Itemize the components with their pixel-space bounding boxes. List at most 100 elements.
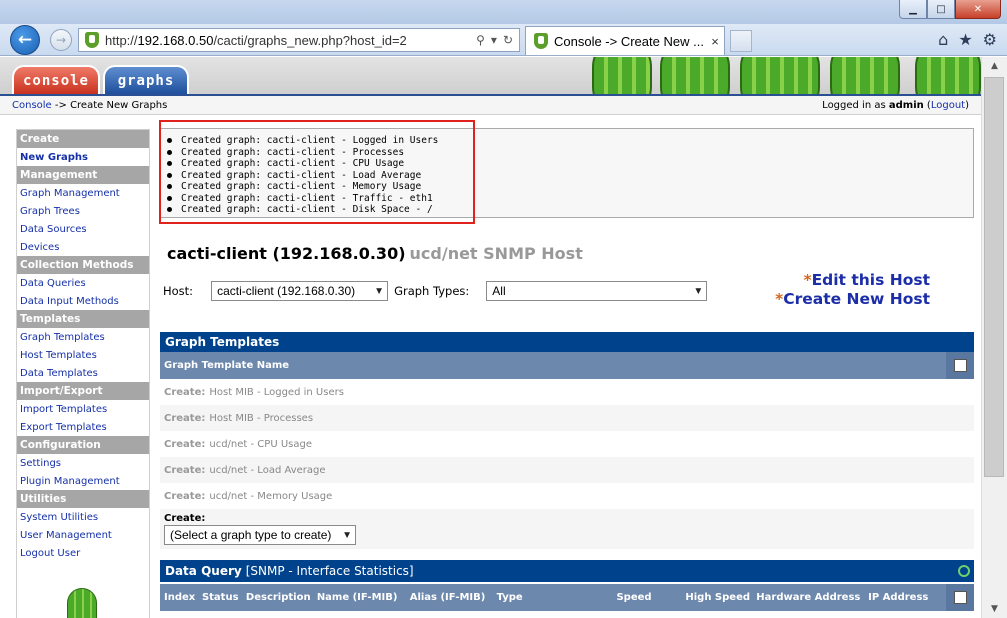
cactus-decoration-icon [740,57,820,94]
col-ip-address[interactable]: IP Address [868,592,946,603]
sidebar-item-plugin-management[interactable]: Plugin Management [17,472,149,490]
graph-template-name-label: Graph Template Name [164,360,290,371]
graph-template-column-header: Graph Template Name [160,352,974,379]
col-high-speed[interactable]: High Speed [685,592,756,603]
sidebar-item-data-queries[interactable]: Data Queries [17,274,149,292]
graph-types-label: Graph Types: [394,284,470,298]
cacti-header: console graphs [0,57,981,94]
sidebar-item-data-input-methods[interactable]: Data Input Methods [17,292,149,310]
home-icon[interactable]: ⌂ [938,30,948,49]
sidebar-section-templates: Templates [17,310,149,328]
sidebar-item-user-management[interactable]: User Management [17,526,149,544]
sidebar-item-import-templates[interactable]: Import Templates [17,400,149,418]
search-icon[interactable]: ⚲ [476,33,485,47]
sidebar-item-graph-trees[interactable]: Graph Trees [17,202,149,220]
table-row[interactable]: Create: ucd/net - Memory Usage [160,483,974,509]
table-row[interactable]: Create: ucd/net - CPU Usage [160,431,974,457]
page-viewport: console graphs Console -> Create New Gra… [0,57,981,618]
page-title: cacti-client (192.168.0.30) ucd/net SNMP … [167,244,583,263]
col-hardware-address[interactable]: Hardware Address [756,592,868,603]
chevron-down-icon: ▼ [693,285,704,297]
col-type[interactable]: Type [497,592,617,603]
graph-type-select[interactable]: (Select a graph type to create) ▼ [164,525,356,545]
back-icon[interactable]: ← [10,25,40,55]
breadcrumb-current: Create New Graphs [70,99,168,111]
tab-close-icon[interactable]: × [706,34,724,49]
new-tab-button[interactable] [730,30,752,52]
cactus-decoration-icon [660,57,730,94]
host-title: cacti-client (192.168.0.30) [167,244,406,263]
address-bar[interactable]: http://192.168.0.50/cacti/graphs_new.php… [78,28,520,52]
sidebar-item-logout-user[interactable]: Logout User [17,544,149,562]
col-description[interactable]: Description [246,592,317,603]
select-all-checkbox[interactable] [953,359,967,372]
close-button[interactable]: ✕ [955,0,1001,19]
sidebar-item-data-sources[interactable]: Data Sources [17,220,149,238]
col-name[interactable]: Name (IF-MIB) [317,592,410,603]
data-query-title: Data Query [165,564,242,578]
reload-circle-icon[interactable] [958,565,970,577]
col-index[interactable]: Index [164,592,202,603]
host-select[interactable]: cacti-client (192.168.0.30) ▼ [211,281,389,301]
host-filter-row: Host: cacti-client (192.168.0.30) ▼ Graph… [163,281,708,301]
sidebar-item-devices[interactable]: Devices [17,238,149,256]
graph-templates-header: Graph Templates [160,332,974,352]
cactus-decoration-icon [915,57,981,94]
sidebar-item-host-templates[interactable]: Host Templates [17,346,149,364]
refresh-icon[interactable]: ↻ [503,33,513,47]
message-item: Created graph: cacti-client - Memory Usa… [167,181,973,193]
cacti-tab-favicon-icon [534,33,548,49]
scroll-thumb[interactable] [984,77,1004,477]
sidebar-section-import-export: Import/Export [17,382,149,400]
sidebar-item-graph-management[interactable]: Graph Management [17,184,149,202]
create-host-link[interactable]: Create New Host [783,290,930,308]
logout-link[interactable]: Logout [931,100,965,111]
select-all-interfaces-checkbox[interactable] [953,591,967,604]
create-graph-row: Create: (Select a graph type to create) ▼ [160,509,974,549]
sidebar-item-new-graphs[interactable]: New Graphs [17,148,149,166]
sidebar-section-management: Management [17,166,149,184]
browser-tab[interactable]: Console -> Create New ... × [525,26,725,55]
tab-graphs[interactable]: graphs [103,65,189,94]
cactus-decoration-icon [592,57,652,94]
col-alias[interactable]: Alias (IF-MIB) [410,592,497,603]
sidebar-item-system-utilities[interactable]: System Utilities [17,508,149,526]
col-speed[interactable]: Speed [616,592,685,603]
breadcrumb-separator: -> [51,99,71,111]
breadcrumb-console-link[interactable]: Console [12,100,52,111]
scroll-up-icon[interactable]: ▲ [982,57,1007,75]
col-status[interactable]: Status [202,592,246,603]
message-item: Created graph: cacti-client - Load Avera… [167,170,973,182]
graph-types-select[interactable]: All ▼ [486,281,708,301]
settings-gear-icon[interactable]: ⚙ [983,30,997,49]
tab-console[interactable]: console [12,65,100,94]
forward-icon[interactable]: → [50,29,72,51]
minimize-button[interactable]: ▁ [899,0,927,19]
login-user: admin [888,99,924,111]
sidebar-section-utilities: Utilities [17,490,149,508]
favorites-star-icon[interactable]: ★ [958,30,972,49]
maximize-button[interactable]: □ [927,0,955,19]
sidebar-item-settings[interactable]: Settings [17,454,149,472]
chevron-down-icon: ▼ [342,529,352,541]
dropdown-icon[interactable]: ▾ [491,33,497,47]
data-query-header: Data Query [SNMP - Interface Statistics] [160,560,974,582]
table-row[interactable]: Create: ucd/net - Load Average [160,457,974,483]
message-item: Created graph: cacti-client - Disk Space… [167,204,973,216]
sidebar-item-graph-templates[interactable]: Graph Templates [17,328,149,346]
breadcrumb: Console -> Create New Graphs Logged in a… [0,96,981,115]
cactus-logo-icon [67,588,97,618]
sidebar-item-data-templates[interactable]: Data Templates [17,364,149,382]
url-text: http://192.168.0.50/cacti/graphs_new.php… [105,32,407,48]
scroll-down-icon[interactable]: ▼ [982,600,1007,618]
message-item: Created graph: cacti-client - Logged in … [167,135,973,147]
table-row[interactable]: Create: Host MIB - Logged in Users [160,379,974,405]
window-titlebar: ▁ □ ✕ [0,0,1007,24]
cactus-decoration-icon [830,57,900,94]
sidebar-item-export-templates[interactable]: Export Templates [17,418,149,436]
edit-host-link[interactable]: Edit this Host [812,271,930,289]
chevron-down-icon: ▼ [374,285,385,297]
vertical-scrollbar[interactable]: ▲ ▼ [981,57,1007,618]
message-item: Created graph: cacti-client - Traffic - … [167,193,973,205]
table-row[interactable]: Create: Host MIB - Processes [160,405,974,431]
